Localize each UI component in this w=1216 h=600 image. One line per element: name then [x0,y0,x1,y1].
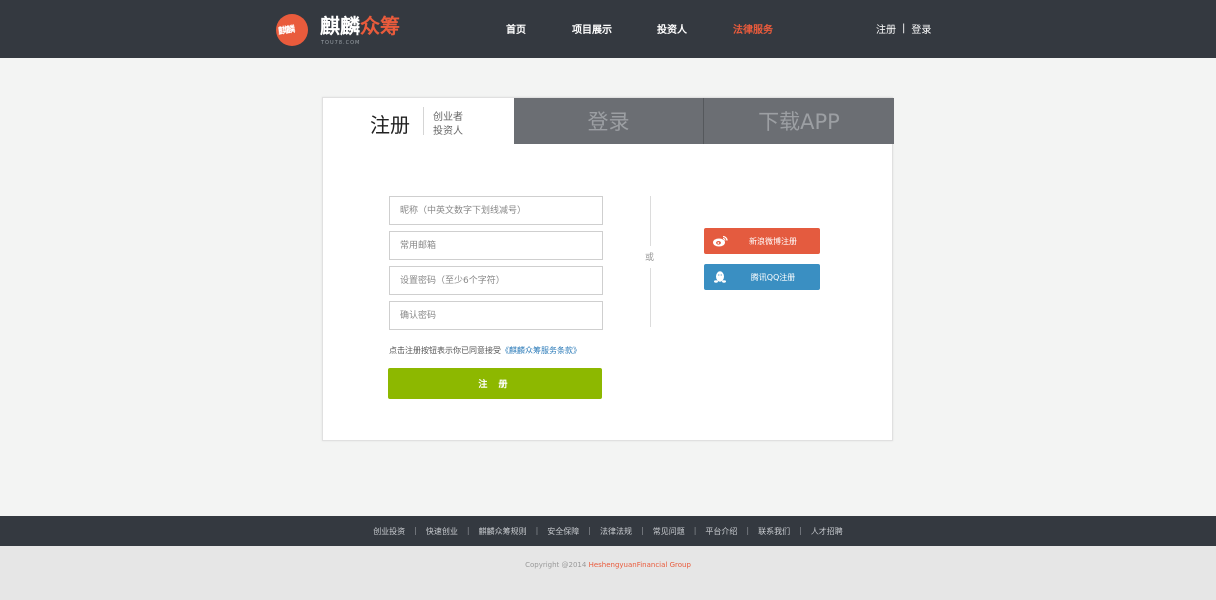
or-divider-line-bottom [650,268,651,327]
logo-name-part-b: 众筹 [360,14,400,38]
nav-item-home[interactable]: 首页 [506,21,526,36]
qq-penguin-icon [704,264,736,290]
confirm-password-input[interactable] [389,301,603,330]
or-divider-text: 或 [645,253,655,263]
or-divider-line-top [650,196,651,246]
qq-register-label: 腾讯QQ注册 [750,272,796,282]
register-card: 注册 创业者 投资人 登录 下载APP 点击注册按钮表示你已同意接受《麒麟众筹服… [322,97,894,441]
terms-link[interactable]: 《麒麟众筹服务条款》 [501,346,581,355]
top-header: 麒麟 麒麟众筹 TOU78.COM 首页 项目展示 投资人 法律服务 注册 | … [0,0,1216,58]
email-input[interactable] [389,231,603,260]
weibo-register-button[interactable]: 新浪微博注册 [704,228,820,254]
logo-domain: TOU78.COM [321,40,361,46]
footer-link-laws[interactable]: 法律法规 [600,526,632,537]
role-founder-option[interactable]: 创业者 [433,108,463,123]
weibo-icon [704,228,736,254]
footer-link-separator: | [693,526,697,535]
footer-link-quick-startup[interactable]: 快速创业 [426,526,458,537]
site-logo[interactable]: 麒麟 麒麟众筹 TOU78.COM [276,14,400,46]
auth-separator: | [902,23,906,34]
terms-notice: 点击注册按钮表示你已同意接受《麒麟众筹服务条款》 [389,345,581,356]
company-name: HeshengyuanFinancial Group [588,561,691,569]
register-submit-button[interactable]: 注 册 [388,368,602,399]
header-login-link[interactable]: 登录 [911,21,931,36]
tab-register-label[interactable]: 注册 [370,109,410,138]
auth-tabs: 注册 创业者 投资人 登录 下载APP [323,98,894,144]
logo-badge-icon: 麒麟 [276,14,308,46]
footer-link-careers[interactable]: 人才招聘 [811,526,843,537]
footer-link-contact[interactable]: 联系我们 [758,526,790,537]
nav-item-legal[interactable]: 法律服务 [733,21,773,36]
logo-text: 麒麟众筹 TOU78.COM [320,14,400,46]
footer-links: 创业投资 | 快速创业 | 麒麟众筹规则 | 安全保障 | 法律法规 | 常见问… [0,526,1216,537]
role-investor-option[interactable]: 投资人 [433,122,463,137]
footer-link-startup-investment[interactable]: 创业投资 [373,526,405,537]
footer-link-about-platform[interactable]: 平台介绍 [705,526,737,537]
footer-link-separator: | [535,526,539,535]
logo-name-part-a: 麒麟 [320,14,360,38]
auth-links: 注册 | 登录 [876,21,931,36]
tab-download-app[interactable]: 下载APP [704,98,894,144]
footer-links-bar: 创业投资 | 快速创业 | 麒麟众筹规则 | 安全保障 | 法律法规 | 常见问… [0,516,1216,546]
copyright-label: Copyright @2014 [525,561,589,569]
footer-copyright-bar: Copyright @2014 HeshengyuanFinancial Gro… [0,546,1216,600]
header-register-link[interactable]: 注册 [876,21,896,36]
tab-register[interactable]: 注册 创业者 投资人 [323,98,514,144]
terms-text: 点击注册按钮表示你已同意接受 [389,346,501,355]
footer-link-rules[interactable]: 麒麟众筹规则 [479,526,527,537]
footer-link-separator: | [641,526,644,535]
footer-link-separator: | [414,526,417,535]
password-input[interactable] [389,266,603,295]
nav-item-projects[interactable]: 项目展示 [572,21,612,36]
copyright-text: Copyright @2014 HeshengyuanFinancial Gro… [0,561,1216,569]
tab-login[interactable]: 登录 [514,98,704,144]
footer-link-security[interactable]: 安全保障 [547,526,579,537]
nav-item-investors[interactable]: 投资人 [657,21,687,36]
tab-divider [423,107,424,135]
qq-register-button[interactable]: 腾讯QQ注册 [704,264,820,290]
nickname-input[interactable] [389,196,603,225]
footer-link-separator: | [466,526,470,535]
logo-name: 麒麟众筹 [320,14,400,38]
footer-link-separator: | [588,526,591,535]
footer-link-separator: | [746,526,750,535]
footer-link-separator: | [799,526,802,535]
weibo-register-label: 新浪微博注册 [749,236,797,246]
footer-link-faq[interactable]: 常见问题 [653,526,685,537]
